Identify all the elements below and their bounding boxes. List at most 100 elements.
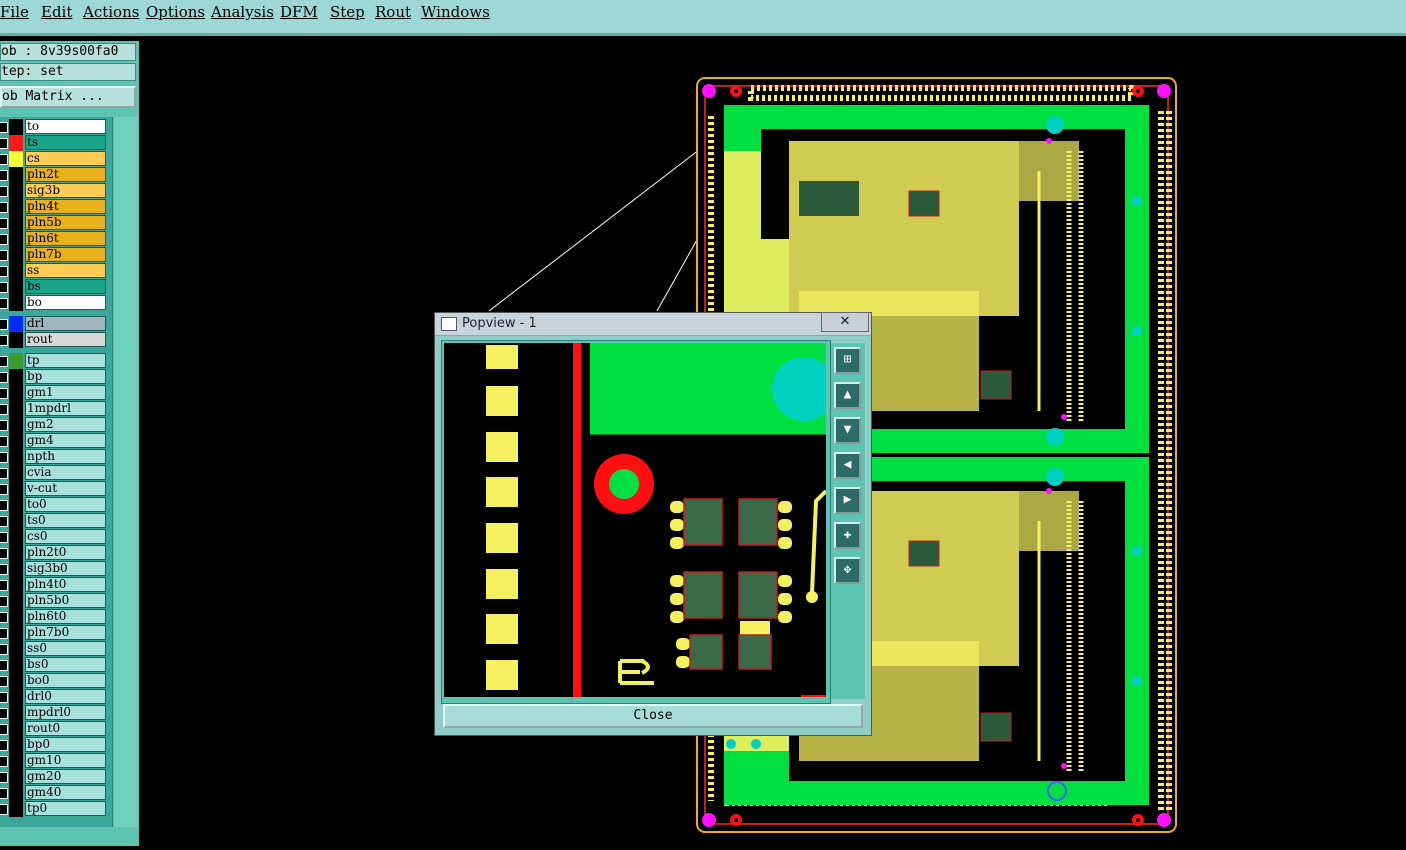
layer-checkbox[interactable] <box>0 628 8 639</box>
close-icon[interactable]: ✕ <box>821 312 869 332</box>
popview-titlebar[interactable]: Popview - 1 ✕ <box>435 312 871 336</box>
layer-name[interactable]: pln7b0 <box>25 625 106 640</box>
layer-checkbox[interactable] <box>0 500 8 511</box>
layer-color-swatch[interactable] <box>9 753 23 769</box>
layer-name[interactable]: pln2t <box>25 167 106 182</box>
layer-checkbox[interactable] <box>0 772 8 783</box>
layer-name[interactable]: gm10 <box>25 753 106 768</box>
job-matrix-button[interactable]: ob Matrix ... <box>0 86 136 108</box>
layer-row-cs0[interactable]: cs0 <box>0 529 108 545</box>
layer-row-gm40[interactable]: gm40 <box>0 785 108 801</box>
layer-checkbox[interactable] <box>0 218 8 229</box>
layer-checkbox[interactable] <box>0 692 8 703</box>
layer-checkbox[interactable] <box>0 660 8 671</box>
layer-name[interactable]: bs0 <box>25 657 106 672</box>
layer-checkbox[interactable] <box>0 676 8 687</box>
layer-row-pln4t[interactable]: pln4t <box>0 199 108 215</box>
layer-name[interactable]: v-cut <box>25 481 106 496</box>
layer-color-swatch[interactable] <box>9 231 23 247</box>
layer-name[interactable]: cs <box>25 151 106 166</box>
layer-color-swatch[interactable] <box>9 151 23 167</box>
layer-checkbox[interactable] <box>0 335 8 346</box>
layer-color-swatch[interactable] <box>9 332 23 348</box>
layer-checkbox[interactable] <box>0 580 8 591</box>
layer-checkbox[interactable] <box>0 356 8 367</box>
menu-actions[interactable]: Actions <box>83 3 139 21</box>
layer-checkbox[interactable] <box>0 298 8 309</box>
layer-row-pln6t[interactable]: pln6t <box>0 231 108 247</box>
layer-checkbox[interactable] <box>0 436 8 447</box>
layer-name[interactable]: pln5b0 <box>25 593 106 608</box>
layer-row-cs[interactable]: cs <box>0 151 108 167</box>
pan-up-icon[interactable]: ▲ <box>834 382 861 409</box>
layer-row-rout[interactable]: rout <box>0 332 108 348</box>
layer-name[interactable]: cvia <box>25 465 106 480</box>
menu-windows[interactable]: Windows <box>421 3 490 21</box>
layer-row-pln5b0[interactable]: pln5b0 <box>0 593 108 609</box>
layer-name[interactable]: ts0 <box>25 513 106 528</box>
layer-color-swatch[interactable] <box>9 673 23 689</box>
layer-row-bs[interactable]: bs <box>0 279 108 295</box>
layer-name[interactable]: sig3b <box>25 183 106 198</box>
layer-row-tp[interactable]: tp <box>0 353 108 369</box>
layer-name[interactable]: drl <box>25 316 106 331</box>
layer-row-to0[interactable]: to0 <box>0 497 108 513</box>
zoom-in-icon[interactable]: ✚ <box>834 522 861 549</box>
layer-color-swatch[interactable] <box>9 577 23 593</box>
layer-color-swatch[interactable] <box>9 183 23 199</box>
layer-row-gm2[interactable]: gm2 <box>0 417 108 433</box>
layer-name[interactable]: bs <box>25 279 106 294</box>
layer-name[interactable]: drl0 <box>25 689 106 704</box>
layer-checkbox[interactable] <box>0 756 8 767</box>
layer-color-swatch[interactable] <box>9 641 23 657</box>
layer-name[interactable]: npth <box>25 449 106 464</box>
layer-color-swatch[interactable] <box>9 119 23 135</box>
layer-row-pln2t[interactable]: pln2t <box>0 167 108 183</box>
layer-row-bs0[interactable]: bs0 <box>0 657 108 673</box>
layer-checkbox[interactable] <box>0 122 8 133</box>
pan-down-icon[interactable]: ▼ <box>834 417 861 444</box>
close-button[interactable]: Close <box>443 704 863 728</box>
pan-left-icon[interactable]: ◀ <box>834 452 861 479</box>
layer-color-swatch[interactable] <box>9 657 23 673</box>
layer-color-swatch[interactable] <box>9 449 23 465</box>
layer-name[interactable]: mpdrl0 <box>25 705 106 720</box>
layer-color-swatch[interactable] <box>9 705 23 721</box>
layer-color-swatch[interactable] <box>9 497 23 513</box>
layer-row-drl[interactable]: drl <box>0 316 108 332</box>
layer-color-swatch[interactable] <box>9 401 23 417</box>
layer-color-swatch[interactable] <box>9 689 23 705</box>
layer-color-swatch[interactable] <box>9 465 23 481</box>
layer-row-ts[interactable]: ts <box>0 135 108 151</box>
layer-row-pln5b[interactable]: pln5b <box>0 215 108 231</box>
layer-name[interactable]: pln2t0 <box>25 545 106 560</box>
layer-color-swatch[interactable] <box>9 561 23 577</box>
layer-row-pln2t0[interactable]: pln2t0 <box>0 545 108 561</box>
layer-row-rout0[interactable]: rout0 <box>0 721 108 737</box>
layer-color-swatch[interactable] <box>9 593 23 609</box>
layer-name[interactable]: ts <box>25 135 106 150</box>
layer-color-swatch[interactable] <box>9 199 23 215</box>
layer-list-scrollbar[interactable] <box>114 117 138 827</box>
layer-color-swatch[interactable] <box>9 545 23 561</box>
layer-name[interactable]: pln4t <box>25 199 106 214</box>
layer-checkbox[interactable] <box>0 319 8 330</box>
layer-checkbox[interactable] <box>0 186 8 197</box>
layer-name[interactable]: pln7b <box>25 247 106 262</box>
layer-checkbox[interactable] <box>0 372 8 383</box>
layer-checkbox[interactable] <box>0 388 8 399</box>
layer-checkbox[interactable] <box>0 596 8 607</box>
layer-name[interactable]: bp0 <box>25 737 106 752</box>
layer-name[interactable]: bp <box>25 369 106 384</box>
layer-checkbox[interactable] <box>0 644 8 655</box>
layer-row-bp0[interactable]: bp0 <box>0 737 108 753</box>
layer-row-drl0[interactable]: drl0 <box>0 689 108 705</box>
layer-color-swatch[interactable] <box>9 385 23 401</box>
layer-name[interactable]: gm2 <box>25 417 106 432</box>
menu-rout[interactable]: Rout <box>375 3 411 21</box>
layer-row-sig3b0[interactable]: sig3b0 <box>0 561 108 577</box>
popview-canvas[interactable] <box>444 343 826 697</box>
layer-name[interactable]: to0 <box>25 497 106 512</box>
layer-name[interactable]: gm40 <box>25 785 106 800</box>
layer-row-cvia[interactable]: cvia <box>0 465 108 481</box>
